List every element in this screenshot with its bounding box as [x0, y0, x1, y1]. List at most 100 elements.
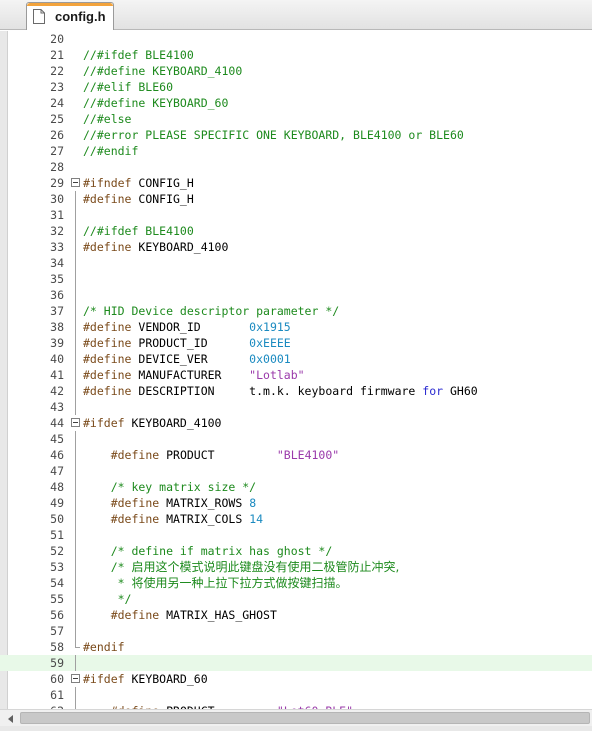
- code-line[interactable]: 29 #ifndef CONFIG_H: [0, 175, 592, 191]
- code-line[interactable]: 27 //#endif: [0, 143, 592, 159]
- code-line[interactable]: 32 //#ifdef BLE4100: [0, 223, 592, 239]
- scroll-left-arrow-icon[interactable]: [2, 710, 18, 727]
- code-token: /* key matrix size */: [83, 480, 257, 494]
- status-strip: [0, 726, 592, 731]
- code-token: 启用这个模式说明此键盘没有使用二极管防止冲突,: [131, 560, 400, 574]
- code-line[interactable]: 21 //#ifdef BLE4100: [0, 47, 592, 63]
- line-number: 20: [50, 32, 64, 46]
- fold-guide: [75, 623, 76, 639]
- fold-guide: [75, 591, 76, 607]
- fold-guide: [75, 271, 76, 287]
- line-number: 35: [50, 272, 64, 286]
- line-number: 32: [50, 224, 64, 238]
- line-number: 38: [50, 320, 64, 334]
- code-text: #define DESCRIPTION t.m.k. keyboard firm…: [83, 383, 478, 399]
- code-line[interactable]: 56 #define MATRIX_HAS_GHOST: [0, 607, 592, 623]
- line-number: 61: [50, 688, 64, 702]
- code-token: #define: [83, 320, 132, 334]
- fold-guide: [75, 287, 76, 303]
- code-line[interactable]: 43: [0, 399, 592, 415]
- code-token: for: [422, 384, 444, 398]
- code-line[interactable]: 20: [0, 31, 592, 47]
- code-line[interactable]: 46 #define PRODUCT "BLE4100": [0, 447, 592, 463]
- code-line[interactable]: 37 /* HID Device descriptor parameter */: [0, 303, 592, 319]
- code-line[interactable]: 48 /* key matrix size */: [0, 479, 592, 495]
- code-token: 0x1915: [249, 320, 291, 334]
- code-text: #define DEVICE_VER 0x0001: [83, 351, 291, 367]
- fold-guide: [75, 383, 76, 399]
- line-number: 43: [50, 400, 64, 414]
- code-line[interactable]: 40 #define DEVICE_VER 0x0001: [0, 351, 592, 367]
- code-line[interactable]: 30 #define CONFIG_H: [0, 191, 592, 207]
- line-number: 48: [50, 480, 64, 494]
- code-line[interactable]: 34: [0, 255, 592, 271]
- code-line[interactable]: 26 //#error PLEASE SPECIFIC ONE KEYBOARD,…: [0, 127, 592, 143]
- tab-config-h[interactable]: config.h: [26, 2, 114, 30]
- code-line[interactable]: 54 * 将使用另一种上拉下拉方式做按键扫描。: [0, 575, 592, 591]
- code-editor[interactable]: 20 21 //#ifdef BLE4100 22 //#define KEYBOARD…: [0, 31, 592, 709]
- scrollbar-thumb[interactable]: [20, 712, 590, 724]
- code-line[interactable]: 36: [0, 287, 592, 303]
- horizontal-scrollbar[interactable]: [0, 709, 592, 726]
- code-line[interactable]: 60 #ifdef KEYBOARD_60: [0, 671, 592, 687]
- code-line[interactable]: 47: [0, 463, 592, 479]
- fold-guide: [75, 575, 76, 591]
- tab-bar: config.h: [0, 0, 592, 30]
- code-line[interactable]: 35: [0, 271, 592, 287]
- code-line[interactable]: 51: [0, 527, 592, 543]
- line-number: 23: [50, 80, 64, 94]
- tab-active-indicator: [27, 3, 113, 6]
- code-token: 8: [249, 496, 257, 510]
- code-token: //#define KEYBOARD_4100: [83, 64, 243, 78]
- fold-guide: [75, 687, 76, 703]
- fold-toggle-icon[interactable]: [71, 178, 80, 187]
- line-number: 51: [50, 528, 64, 542]
- code-text: #define MATRIX_ROWS 8: [83, 495, 256, 511]
- code-line[interactable]: 53 /* 启用这个模式说明此键盘没有使用二极管防止冲突,: [0, 559, 592, 575]
- code-text: #define MANUFACTURER "Lotlab": [83, 367, 305, 383]
- code-line[interactable]: 39 #define PRODUCT_ID 0xEEEE: [0, 335, 592, 351]
- code-token: MATRIX_COLS: [159, 512, 250, 526]
- code-line[interactable]: 44 #ifdef KEYBOARD_4100: [0, 415, 592, 431]
- code-text: /* define if matrix has ghost */: [83, 543, 333, 559]
- code-line[interactable]: 33 #define KEYBOARD_4100: [0, 239, 592, 255]
- code-line[interactable]: 25 //#else: [0, 111, 592, 127]
- line-number: 55: [50, 592, 64, 606]
- line-number: 25: [50, 112, 64, 126]
- code-line[interactable]: 57: [0, 623, 592, 639]
- code-line[interactable]: 59: [0, 655, 592, 671]
- code-line[interactable]: 49 #define MATRIX_ROWS 8: [0, 495, 592, 511]
- code-text: //#ifdef BLE4100: [83, 223, 194, 239]
- code-token: VENDOR_ID: [131, 320, 250, 334]
- fold-toggle-icon[interactable]: [71, 418, 80, 427]
- code-line[interactable]: 22 //#define KEYBOARD_4100: [0, 63, 592, 79]
- code-line[interactable]: 45: [0, 431, 592, 447]
- code-line[interactable]: 41 #define MANUFACTURER "Lotlab": [0, 367, 592, 383]
- code-line[interactable]: 55 */: [0, 591, 592, 607]
- tab-label: config.h: [55, 9, 106, 24]
- code-token: #define: [110, 512, 160, 526]
- fold-guide: [75, 559, 76, 575]
- fold-guide: [75, 239, 76, 255]
- code-token: //#ifdef BLE4100: [83, 224, 194, 238]
- fold-guide: [75, 255, 76, 271]
- code-token: */: [83, 592, 132, 606]
- code-text: #define PRODUCT "BLE4100": [83, 447, 339, 463]
- line-number: 31: [50, 208, 64, 222]
- code-line[interactable]: 28: [0, 159, 592, 175]
- code-line[interactable]: 42 #define DESCRIPTION t.m.k. keyboard fi…: [0, 383, 592, 399]
- fold-toggle-icon[interactable]: [71, 674, 80, 683]
- code-line[interactable]: 50 #define MATRIX_COLS 14: [0, 511, 592, 527]
- code-line[interactable]: 61: [0, 687, 592, 703]
- line-number: 46: [50, 448, 64, 462]
- code-line[interactable]: 58 #endif: [0, 639, 592, 655]
- code-line[interactable]: 31: [0, 207, 592, 223]
- code-line[interactable]: 24 //#define KEYBOARD_60: [0, 95, 592, 111]
- code-token: #ifdef: [83, 416, 125, 430]
- code-text: //#error PLEASE SPECIFIC ONE KEYBOARD, B…: [83, 127, 464, 143]
- code-line[interactable]: 52 /* define if matrix has ghost */: [0, 543, 592, 559]
- code-line[interactable]: 38 #define VENDOR_ID 0x1915: [0, 319, 592, 335]
- code-line[interactable]: 23 //#elif BLE60: [0, 79, 592, 95]
